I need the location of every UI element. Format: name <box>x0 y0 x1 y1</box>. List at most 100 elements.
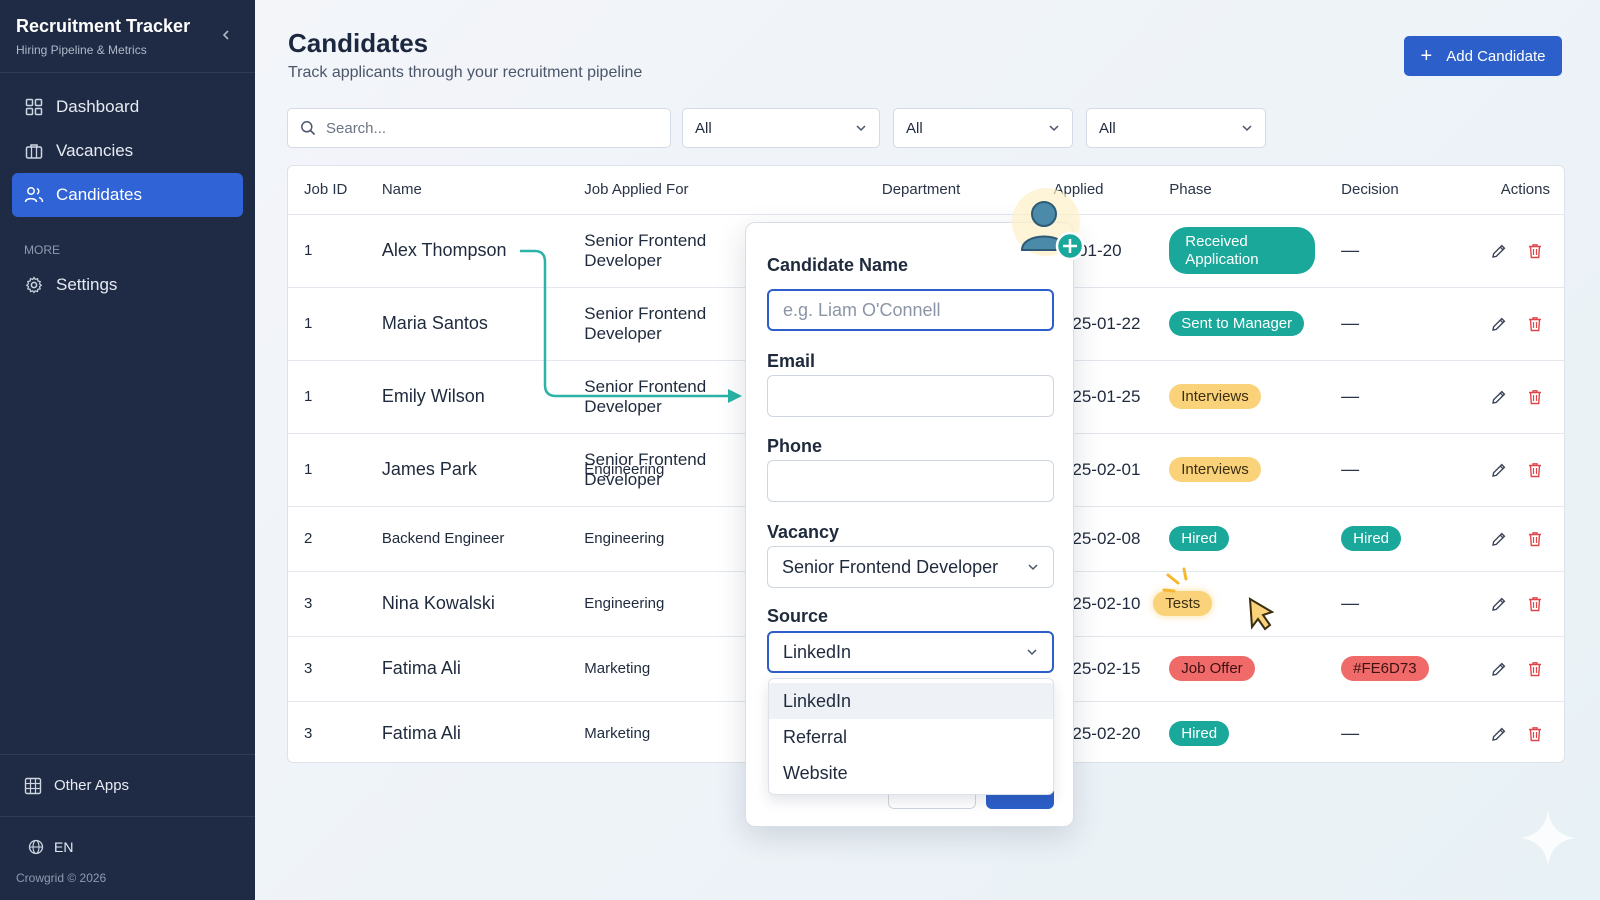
chevron-down-icon <box>856 125 866 132</box>
column-header-phase[interactable]: Phase <box>1153 166 1326 215</box>
collapse-sidebar-button[interactable] <box>217 26 235 44</box>
job-overlap-text: Engineering <box>584 460 665 478</box>
source-value: LinkedIn <box>783 641 852 662</box>
edit-pencil-icon[interactable] <box>1490 660 1508 678</box>
trash-icon[interactable] <box>1526 725 1544 743</box>
app-subtitle: Hiring Pipeline & Metrics <box>16 43 147 57</box>
dashboard-grid-icon <box>24 97 44 117</box>
filter-select-2[interactable]: All <box>893 108 1073 148</box>
chevron-down-icon <box>1028 564 1038 571</box>
cell-decision: — <box>1325 571 1436 637</box>
page-title: Candidates <box>288 28 429 58</box>
vacancy-label: Vacancy <box>767 522 840 542</box>
source-label: Source <box>767 606 829 626</box>
users-icon <box>24 185 44 205</box>
source-dropdown-menu: LinkedIn Referral Website <box>768 678 1054 795</box>
email-label: Email <box>767 351 816 371</box>
trash-icon[interactable] <box>1526 461 1544 479</box>
edit-pencil-icon[interactable] <box>1490 530 1508 548</box>
decision-badge: #FE6D73 <box>1341 656 1429 681</box>
chevron-left-icon <box>222 30 229 40</box>
language-switcher[interactable]: EN <box>28 839 231 855</box>
edit-pencil-icon[interactable] <box>1490 242 1508 260</box>
globe-icon <box>28 839 44 855</box>
phase-badge: Hired <box>1169 721 1230 747</box>
cell-decision: — <box>1325 360 1436 434</box>
other-apps-button[interactable]: Other Apps <box>0 754 255 816</box>
trash-icon[interactable] <box>1526 660 1544 678</box>
cell-name: Maria Santos <box>365 287 569 361</box>
cell-actions <box>1435 571 1564 637</box>
cell-actions <box>1435 701 1564 762</box>
cell-job-id: 3 <box>288 571 366 637</box>
phase-badge: Sent to Manager <box>1169 311 1305 336</box>
trash-icon[interactable] <box>1526 595 1544 613</box>
phone-label: Phone <box>767 436 823 456</box>
cell-job-id: 1 <box>288 287 366 361</box>
page-subtitle: Track applicants through your recruitmen… <box>288 64 643 81</box>
table-header-row: Job ID Name Job Applied For Department A… <box>288 166 1564 215</box>
cell-name: Fatima Ali <box>365 636 569 702</box>
language-label: EN <box>54 839 74 855</box>
sidebar-item-vacancies[interactable]: Vacancies <box>12 129 243 173</box>
cell-phase: Hired <box>1153 701 1325 762</box>
copyright-text: Crowgrid © 2026 <box>16 871 107 885</box>
add-candidate-button[interactable]: + Add Candidate <box>1404 36 1562 76</box>
sidebar-footer: Other Apps EN Crowgrid © 2026 <box>0 754 255 900</box>
sidebar-item-candidates[interactable]: Candidates <box>12 173 243 217</box>
cell-name: Emily Wilson <box>365 360 569 434</box>
filter-value: All <box>1099 119 1116 137</box>
briefcase-icon <box>24 141 44 161</box>
email-field[interactable] <box>767 375 1054 417</box>
search-input[interactable] <box>326 119 646 137</box>
filter-select-3[interactable]: All <box>1086 108 1266 148</box>
cell-phase: Received Application <box>1153 214 1326 288</box>
sparkle-icon <box>1520 810 1576 866</box>
source-option-linkedin[interactable]: LinkedIn <box>769 683 1053 719</box>
column-header-job[interactable]: Job Applied For <box>568 166 866 215</box>
cell-actions <box>1435 287 1564 361</box>
phase-badge: Received Application <box>1169 227 1316 274</box>
source-option-referral[interactable]: Referral <box>769 719 1053 755</box>
search-box[interactable] <box>287 108 671 148</box>
cell-decision: — <box>1325 701 1435 762</box>
cell-decision: — <box>1325 214 1436 288</box>
candidate-name-input[interactable] <box>767 289 1054 331</box>
cell-decision: #FE6D73 <box>1325 636 1436 702</box>
sidebar-item-dashboard[interactable]: Dashboard <box>12 85 243 129</box>
cell-name: James Park <box>365 433 569 507</box>
cell-phase: Interviews <box>1153 433 1326 507</box>
cell-actions <box>1435 506 1564 572</box>
column-header-name[interactable]: Name <box>365 166 569 215</box>
candidate-name-label: Candidate Name <box>767 255 909 275</box>
column-header-job-id[interactable]: Job ID <box>288 166 366 215</box>
phase-badge: Job Offer <box>1169 656 1255 681</box>
edit-pencil-icon[interactable] <box>1490 595 1508 613</box>
cell-phase: Sent to Manager <box>1153 287 1326 361</box>
edit-pencil-icon[interactable] <box>1490 388 1508 406</box>
edit-pencil-icon[interactable] <box>1490 315 1508 333</box>
phone-field[interactable] <box>767 460 1054 502</box>
vacancy-select[interactable]: Senior Frontend Developer <box>767 546 1054 588</box>
decision-badge: Hired <box>1341 526 1402 551</box>
edit-pencil-icon[interactable] <box>1490 461 1508 479</box>
trash-icon[interactable] <box>1526 315 1544 333</box>
column-header-decision[interactable]: Decision <box>1325 166 1436 215</box>
filter-value: All <box>906 119 923 137</box>
trash-icon[interactable] <box>1526 242 1544 260</box>
filter-value: All <box>695 119 712 137</box>
trash-icon[interactable] <box>1526 530 1544 548</box>
chevron-down-icon <box>1242 125 1252 132</box>
cell-decision: Hired <box>1325 506 1436 572</box>
cell-job-id: 2 <box>288 506 366 572</box>
source-option-website[interactable]: Website <box>769 755 1053 791</box>
sidebar-item-settings[interactable]: Settings <box>12 263 243 307</box>
cell-actions <box>1435 214 1564 288</box>
cell-name: Alex Thompson <box>365 214 569 288</box>
search-icon <box>300 120 316 136</box>
nav-section-more: MORE <box>24 243 60 257</box>
source-select[interactable]: LinkedIn <box>767 631 1054 673</box>
filter-select-1[interactable]: All <box>682 108 880 148</box>
trash-icon[interactable] <box>1526 388 1544 406</box>
edit-pencil-icon[interactable] <box>1490 725 1508 743</box>
